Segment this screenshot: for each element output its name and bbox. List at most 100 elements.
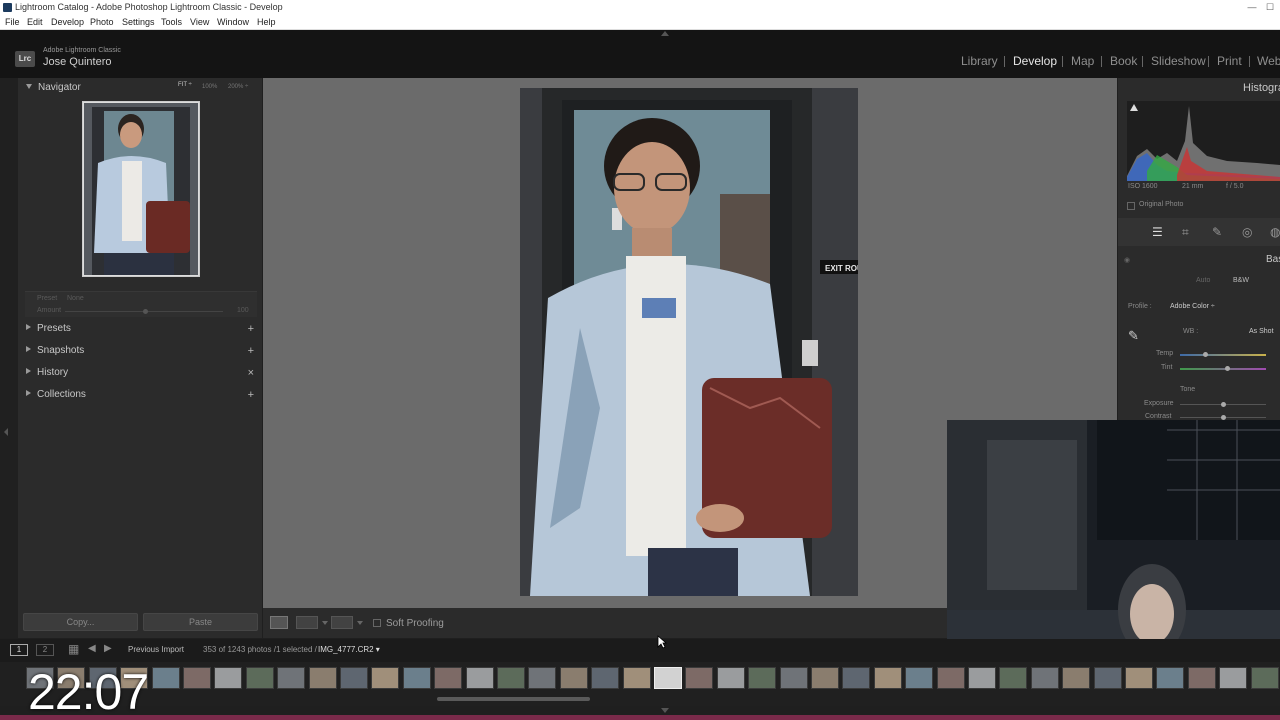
filmstrip-thumbnail[interactable] [1030, 667, 1059, 689]
filmstrip-thumbnail[interactable] [654, 667, 682, 689]
tint-slider-track[interactable] [1180, 368, 1266, 370]
filmstrip-thumbnail[interactable] [277, 667, 306, 689]
filmstrip-thumbnail[interactable] [402, 667, 431, 689]
white-balance-picker-icon[interactable]: ✎ [1128, 328, 1139, 344]
back-arrow-icon[interactable]: ◀ [88, 643, 96, 654]
module-library[interactable]: Library [961, 54, 998, 68]
module-slideshow[interactable]: Slideshow [1151, 54, 1206, 68]
filmstrip-thumbnail[interactable] [465, 667, 494, 689]
soft-proofing-checkbox[interactable] [373, 619, 381, 627]
filmstrip-thumbnail[interactable] [779, 667, 808, 689]
auto-button[interactable]: Auto [1196, 277, 1210, 284]
filmstrip-thumbnail[interactable] [308, 667, 337, 689]
profile-select[interactable]: Adobe Color ÷ [1170, 303, 1215, 310]
left-panel-edge[interactable] [0, 78, 18, 638]
grid-view-icon[interactable]: ▦ [68, 642, 79, 656]
before-after-button[interactable] [296, 616, 318, 629]
filmstrip-thumbnail[interactable] [1093, 667, 1122, 689]
filmstrip-thumbnail[interactable] [622, 667, 651, 689]
menu-view[interactable]: View [190, 15, 209, 30]
secondary-window-button[interactable]: 2 [36, 644, 54, 656]
module-print[interactable]: Print [1217, 54, 1242, 68]
healing-icon[interactable]: ✎ [1212, 225, 1222, 239]
zoom-fit-option[interactable]: FIT ÷ [178, 82, 192, 88]
module-book[interactable]: Book [1110, 54, 1137, 68]
snapshots-header[interactable]: Snapshots + [18, 341, 262, 361]
presets-header[interactable]: Presets + [18, 319, 262, 339]
filmstrip-thumbnail[interactable] [151, 667, 180, 689]
filmstrip-thumbnail[interactable] [245, 667, 274, 689]
shadow-clipping-icon[interactable] [1130, 104, 1138, 111]
menu-help[interactable]: Help [257, 15, 276, 30]
module-web[interactable]: Web [1257, 54, 1280, 68]
main-photo[interactable]: EXIT ROU [520, 88, 858, 596]
filmstrip-thumbnail[interactable] [434, 667, 463, 689]
xy-compare-button[interactable] [331, 616, 353, 629]
filmstrip-thumbnail[interactable] [842, 667, 871, 689]
filmstrip-thumbnail[interactable] [873, 667, 902, 689]
menu-file[interactable]: File [5, 15, 20, 30]
amount-slider-knob[interactable] [143, 309, 148, 314]
filmstrip-thumbnail[interactable] [497, 667, 525, 689]
preset-value[interactable]: None [67, 295, 84, 302]
crop-icon[interactable]: ⌗ [1182, 225, 1189, 240]
filmstrip-thumbnail[interactable] [1062, 667, 1091, 689]
menu-develop[interactable]: Develop [51, 15, 84, 30]
navigator-header[interactable]: Navigator [18, 78, 262, 98]
filmstrip-source[interactable]: Previous Import [128, 645, 184, 654]
edit-sliders-icon[interactable]: ☰ [1152, 225, 1163, 239]
add-preset-button[interactable]: + [248, 319, 254, 339]
filmstrip-thumbnail[interactable] [1250, 667, 1279, 689]
filmstrip-thumbnail[interactable] [371, 667, 400, 689]
filmstrip-thumbnail[interactable] [905, 667, 934, 689]
module-map[interactable]: Map [1071, 54, 1094, 68]
filmstrip-thumbnail[interactable] [1187, 667, 1216, 689]
histogram-title[interactable]: Histogra [1243, 82, 1280, 94]
collapse-left-panel-icon[interactable] [4, 428, 8, 436]
swap-dropdown-icon[interactable] [357, 621, 363, 625]
menu-edit[interactable]: Edit [27, 15, 43, 30]
forward-arrow-icon[interactable]: ▶ [104, 643, 112, 654]
filmstrip-thumbnail[interactable] [1156, 667, 1185, 689]
temp-slider-track[interactable] [1180, 354, 1266, 356]
panel-visibility-icon[interactable]: ◉ [1124, 256, 1130, 264]
filmstrip-thumbnail[interactable] [968, 667, 996, 689]
filmstrip-thumbnail[interactable] [685, 667, 714, 689]
copy-settings-button[interactable]: Copy... [23, 613, 138, 631]
filmstrip-thumbnail[interactable] [183, 667, 211, 689]
tint-slider-knob[interactable] [1225, 366, 1230, 371]
clear-history-button[interactable]: × [248, 363, 254, 383]
wb-select[interactable]: As Shot [1249, 328, 1274, 335]
filmstrip-thumbnail[interactable] [1125, 667, 1153, 689]
navigator-preview[interactable] [82, 101, 200, 277]
add-collection-button[interactable]: + [248, 385, 254, 405]
filmstrip-scrollbar[interactable] [437, 697, 590, 701]
primary-window-button[interactable]: 1 [10, 644, 28, 656]
history-header[interactable]: History × [18, 363, 262, 383]
filmstrip-thumbnail[interactable] [591, 667, 620, 689]
bw-button[interactable]: B&W [1233, 277, 1249, 284]
menu-photo[interactable]: Photo [90, 15, 114, 30]
add-snapshot-button[interactable]: + [248, 341, 254, 361]
filmstrip-thumbnail[interactable] [748, 667, 777, 689]
filmstrip-thumbnail[interactable] [936, 667, 965, 689]
filmstrip-thumbnail[interactable] [999, 667, 1028, 689]
collections-header[interactable]: Collections + [18, 385, 262, 405]
current-filename[interactable]: IMG_4777.CR2 ▾ [318, 645, 380, 654]
filmstrip-thumbnail[interactable] [559, 667, 588, 689]
minimize-button[interactable]: — [1242, 0, 1262, 15]
original-photo-checkbox[interactable] [1127, 202, 1135, 210]
red-eye-icon[interactable]: ◎ [1242, 225, 1252, 239]
loupe-view-button[interactable] [270, 616, 288, 629]
menu-settings[interactable]: Settings [122, 15, 155, 30]
basic-panel-title[interactable]: Bas [1266, 254, 1280, 265]
before-after-dropdown-icon[interactable] [322, 621, 328, 625]
filmstrip-thumbnail[interactable] [214, 667, 243, 689]
temp-slider-knob[interactable] [1203, 352, 1208, 357]
menu-window[interactable]: Window [217, 15, 249, 30]
maximize-button[interactable]: ☐ [1260, 0, 1280, 15]
zoom-200-option[interactable]: 200% ÷ [228, 84, 248, 90]
collapse-filmstrip-icon[interactable] [661, 708, 669, 713]
masking-icon[interactable]: ◍ [1270, 225, 1280, 239]
zoom-100-option[interactable]: 100% [202, 84, 217, 90]
